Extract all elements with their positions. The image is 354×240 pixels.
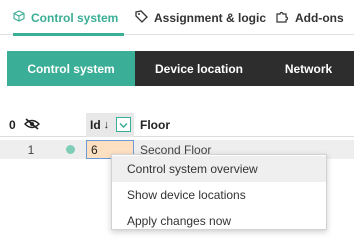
subtab-control-system[interactable]: Control system bbox=[7, 51, 135, 86]
filter-checkbox[interactable] bbox=[116, 117, 131, 132]
id-header-label: Id bbox=[90, 118, 101, 132]
main-tab-bar: Control system Assignment & logic Add-on… bbox=[0, 0, 354, 36]
puzzle-icon bbox=[276, 10, 289, 26]
visibility-toggle[interactable] bbox=[24, 113, 40, 137]
tab-add-ons[interactable]: Add-ons bbox=[276, 0, 344, 35]
table-header: 0 Id ↓ Floor bbox=[0, 113, 354, 137]
tab-control-system[interactable]: Control system bbox=[13, 0, 124, 36]
eye-slash-icon bbox=[24, 117, 40, 133]
row-count-header: 0 bbox=[9, 118, 16, 132]
menu-item-apply-changes-now[interactable]: Apply changes now bbox=[112, 208, 326, 234]
subtab-device-location[interactable]: Device location bbox=[135, 51, 263, 86]
floor-column-header[interactable]: Floor bbox=[140, 113, 170, 137]
menu-item-show-device-locations[interactable]: Show device locations bbox=[112, 182, 326, 208]
sort-desc-icon: ↓ bbox=[103, 119, 110, 131]
status-dot bbox=[66, 145, 75, 154]
tab-label: Add-ons bbox=[295, 10, 344, 25]
context-menu: Control system overview Show device loca… bbox=[111, 154, 327, 230]
tab-label: Assignment & logic bbox=[154, 10, 267, 25]
row-number: 1 bbox=[27, 142, 35, 157]
tag-icon bbox=[135, 9, 148, 26]
cube-icon bbox=[13, 10, 25, 25]
menu-item-control-system-overview[interactable]: Control system overview bbox=[112, 156, 326, 182]
subtab-network[interactable]: Network bbox=[263, 51, 354, 86]
sub-tab-bar: Control system Device location Network bbox=[7, 51, 354, 86]
tab-assignment-logic[interactable]: Assignment & logic bbox=[135, 0, 266, 35]
chevron-down-icon bbox=[119, 116, 128, 134]
tab-label: Control system bbox=[31, 10, 119, 25]
